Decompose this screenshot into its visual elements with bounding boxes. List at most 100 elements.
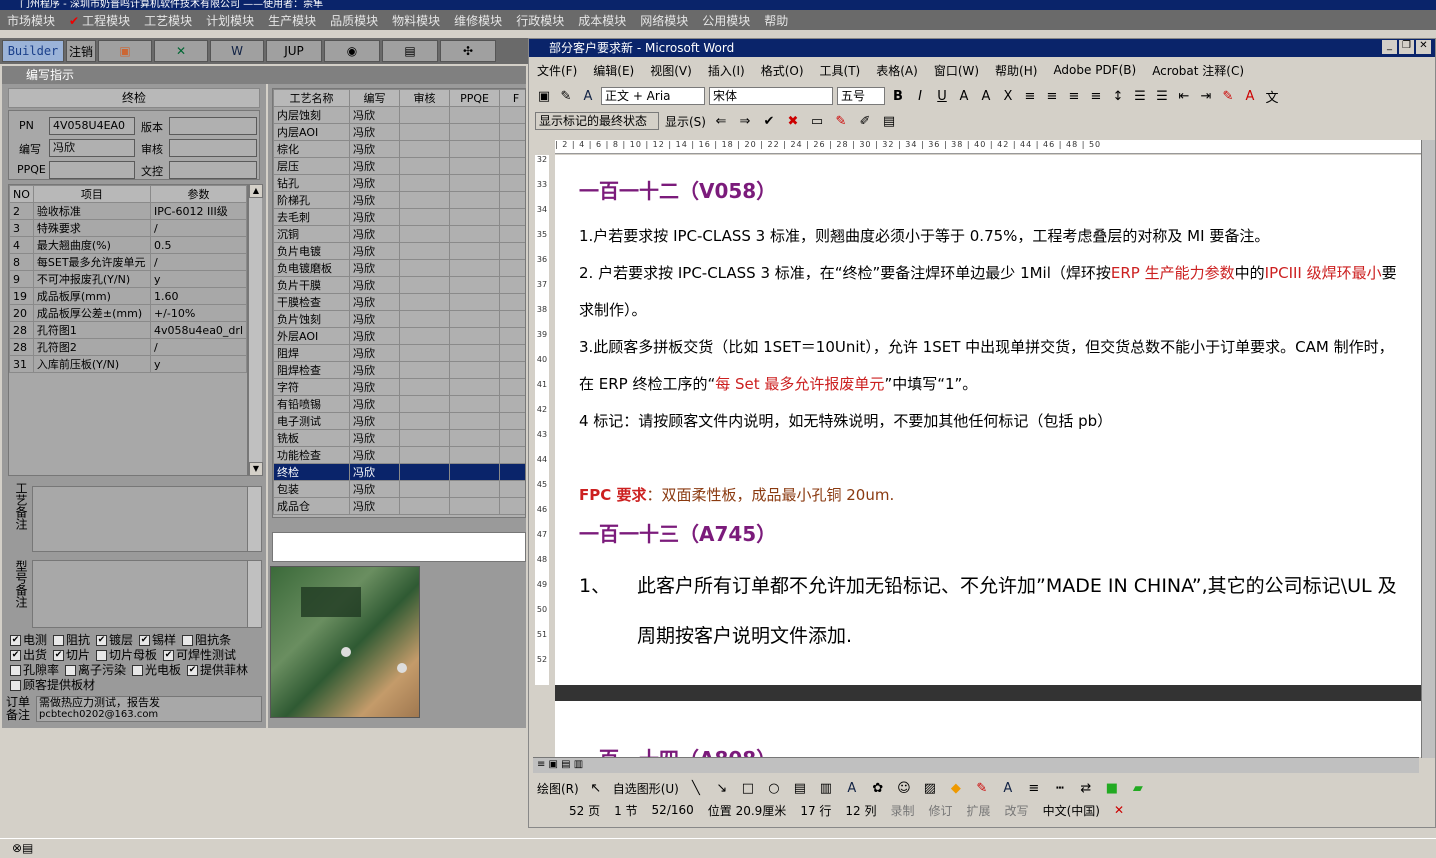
menu-item-quality[interactable]: 品质模块 (323, 12, 385, 29)
char-border-icon[interactable]: A (955, 87, 973, 105)
word-vscrollbar[interactable] (1421, 140, 1435, 758)
word-menu-item[interactable]: 文件(F) (529, 62, 585, 79)
status-trk[interactable]: 修订 (929, 802, 953, 819)
font-combo[interactable]: 宋体 (709, 87, 833, 105)
menu-item-market[interactable]: 市场模块 (0, 12, 62, 29)
font-color-icon[interactable]: A (1241, 87, 1259, 105)
table-row[interactable]: 外层AOI 冯欣 (273, 327, 525, 345)
table-row[interactable]: 干膜检查 冯欣 (273, 293, 525, 311)
order-note-field[interactable]: 需做热应力测试，报告发 pcbtech0202@163.com (36, 696, 262, 722)
table-row[interactable]: 8 每SET最多允许废单元 / (9, 253, 247, 271)
menu-item-plan[interactable]: 计划模块 (199, 12, 261, 29)
model-note-scrollbar[interactable] (247, 561, 261, 627)
checkbox-icon[interactable]: ✔ (53, 650, 65, 661)
phonetic-icon[interactable]: 文 (1263, 87, 1281, 106)
checkbox-icon[interactable]: ✔ (10, 650, 21, 661)
next-change-icon[interactable]: ⇒ (736, 112, 754, 130)
checkbox-icon[interactable]: ✔ (163, 650, 175, 661)
pn-field[interactable]: 4V058U4EA0 (49, 117, 135, 135)
table-row[interactable]: 31 入库前压板(Y/N) y (9, 355, 247, 373)
table-row[interactable]: 钻孔 冯欣 (273, 174, 525, 192)
3d-icon[interactable]: ▰ (1129, 779, 1147, 797)
ppt-icon[interactable]: ▣ (98, 40, 152, 62)
fill-color-icon[interactable]: ◆ (947, 779, 965, 797)
document-page[interactable]: 一百一十二（V058） 1.户若要求按 IPC-CLASS 3 标准，则翘曲度必… (555, 155, 1427, 685)
line-icon[interactable]: ╲ (687, 779, 705, 797)
table-row[interactable]: 3 特殊要求 / (9, 219, 247, 237)
bullets-icon[interactable]: ☰ (1153, 87, 1171, 105)
checkbox-icon[interactable]: ✔ (139, 635, 151, 646)
word-menu-item[interactable]: 帮助(H) (987, 62, 1045, 79)
jup-button[interactable]: JUP (266, 40, 322, 62)
table-row[interactable]: 20 成品板厚公差±(mm) +/-10% (9, 304, 247, 322)
table-row[interactable]: 28 孔符图1 4v058u4ea0_drl (9, 321, 247, 339)
menu-item-repair[interactable]: 维修模块 (447, 12, 509, 29)
ppqe-field[interactable] (49, 161, 135, 179)
table-row[interactable]: 有铅喷锡 冯欣 (273, 395, 525, 413)
checkbox-icon[interactable]: ✔ (10, 635, 21, 646)
style-combo[interactable]: 正文 + Aria (601, 87, 705, 105)
checkbox-icon[interactable] (182, 635, 194, 646)
arrow-icon[interactable]: ↘ (713, 779, 731, 797)
excel-icon[interactable]: ✕ (154, 40, 208, 62)
word-menu-item[interactable]: 格式(O) (753, 62, 812, 79)
line-style-icon[interactable]: ≡ (1025, 779, 1043, 797)
menu-item-process[interactable]: 工艺模块 (137, 12, 199, 29)
table-row[interactable]: 阻焊 冯欣 (273, 344, 525, 362)
process-note-scrollbar[interactable] (247, 487, 261, 551)
align-left-icon[interactable]: ≡ (1021, 87, 1039, 105)
bold-icon[interactable]: B (889, 87, 907, 105)
table-row[interactable]: 9 不可冲报废孔(Y/N) y (9, 270, 247, 288)
model-note-field[interactable] (32, 560, 262, 628)
scroll-down-icon[interactable]: ▼ (249, 462, 263, 476)
option-checkbox[interactable]: ✔ 提供菲林 (187, 661, 248, 678)
menu-item-network[interactable]: 网络模块 (633, 12, 695, 29)
align-center-icon[interactable]: ≡ (1043, 87, 1061, 105)
word-menu-item[interactable]: Adobe PDF(B) (1045, 63, 1144, 77)
reject-change-icon[interactable]: ✖ (784, 112, 802, 130)
draw-menu[interactable]: 绘图(R) (537, 780, 579, 797)
table-row[interactable]: 负片蚀刻 冯欣 (273, 310, 525, 328)
process-note-field[interactable] (32, 486, 262, 552)
minimize-icon[interactable]: _ (1382, 40, 1397, 54)
table-row[interactable]: 电子测试 冯欣 (273, 412, 525, 430)
cancel-button[interactable]: 注销 (66, 40, 96, 62)
increase-indent-icon[interactable]: ⇥ (1197, 87, 1215, 105)
table-row[interactable]: 终检 冯欣 (273, 463, 525, 481)
show-menu[interactable]: 显示(S) (665, 113, 706, 130)
dash-style-icon[interactable]: ┅ (1051, 779, 1069, 797)
table-row[interactable]: 棕化 冯欣 (273, 140, 525, 158)
table-row[interactable]: 内层蚀刻 冯欣 (273, 106, 525, 124)
word-menu-item[interactable]: 表格(A) (868, 62, 926, 79)
save-icon[interactable]: ▣ (535, 87, 553, 105)
clipart-icon[interactable]: ☺ (895, 779, 913, 797)
checkbox-icon[interactable]: ✔ (187, 665, 199, 676)
table-row[interactable]: 负片干膜 冯欣 (273, 276, 525, 294)
autoshape-menu[interactable]: 自选图形(U) (613, 780, 679, 797)
word-menu-item[interactable]: 编辑(E) (585, 62, 642, 79)
scroll-up-icon[interactable]: ▲ (249, 184, 263, 198)
table-row[interactable]: 阻焊检查 冯欣 (273, 361, 525, 379)
scale-icon[interactable]: X (999, 87, 1017, 105)
accept-change-icon[interactable]: ✔ (760, 112, 778, 130)
table-row[interactable]: 功能检查 冯欣 (273, 446, 525, 464)
shadow-icon[interactable]: ■ (1103, 779, 1121, 797)
checkbox-icon[interactable] (65, 665, 77, 676)
version-field[interactable] (169, 117, 257, 135)
table-row[interactable]: 负片电镀 冯欣 (273, 242, 525, 260)
prev-change-icon[interactable]: ⇐ (712, 112, 730, 130)
word-hscrollbar[interactable]: ≡ ▣ ▤ ▥ (533, 757, 1419, 773)
table-row[interactable]: 字符 冯欣 (273, 378, 525, 396)
word-menu-item[interactable]: 工具(T) (812, 62, 869, 79)
menu-item-cost[interactable]: 成本模块 (571, 12, 633, 29)
numbering-icon[interactable]: ☰ (1131, 87, 1149, 105)
table-row[interactable]: 负电镀磨板 冯欣 (273, 259, 525, 277)
format-painter-icon[interactable]: ✎ (557, 87, 575, 105)
table-row[interactable]: 层压 冯欣 (273, 157, 525, 175)
option-checkbox[interactable]: 光电板 (132, 661, 181, 678)
comment-icon[interactable]: ▭ (808, 112, 826, 130)
rectangle-icon[interactable]: □ (739, 779, 757, 797)
menu-item-help[interactable]: 帮助 (757, 12, 795, 29)
table-row[interactable]: 铣板 冯欣 (273, 429, 525, 447)
line-color-icon[interactable]: ✎ (973, 779, 991, 797)
